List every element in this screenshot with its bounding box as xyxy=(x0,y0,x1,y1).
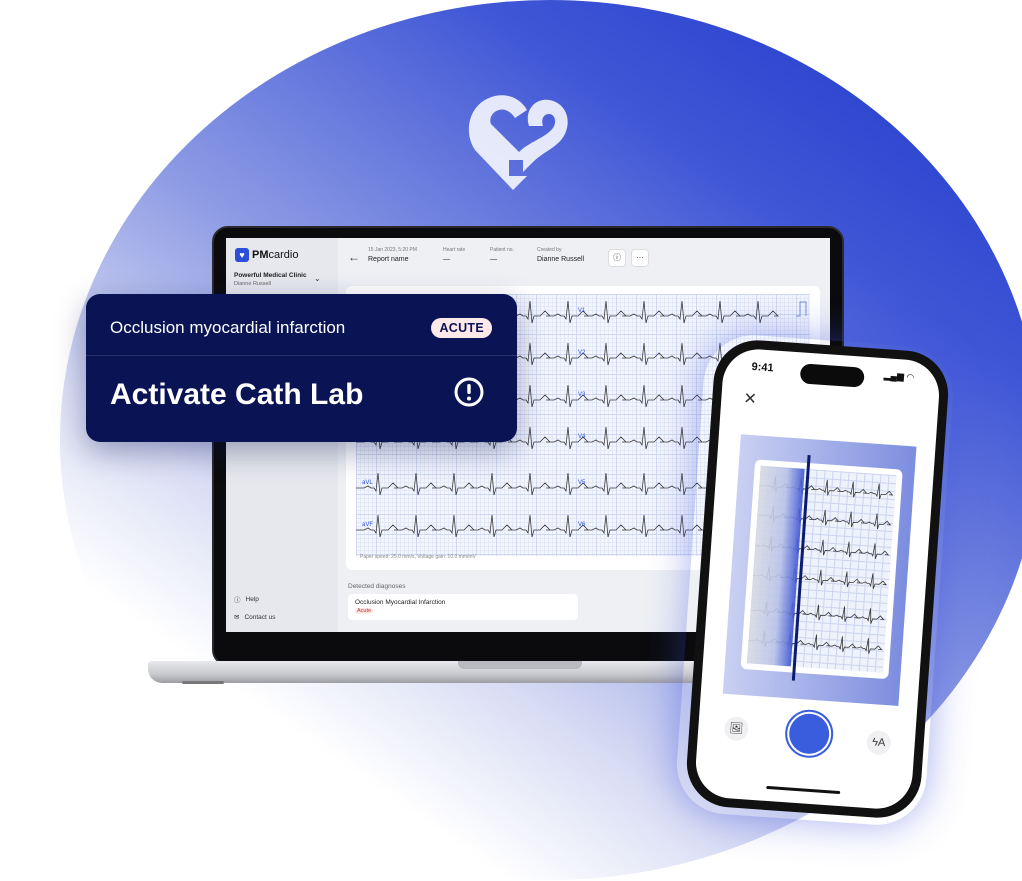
alert-subtitle: Occlusion myocardial infarction xyxy=(110,318,346,337)
signal-wifi-icon: ▂▄▆ ◠ xyxy=(883,370,915,383)
heart-rate-label: Heart rate xyxy=(443,247,466,253)
help-icon: ⓘ xyxy=(234,597,241,604)
cath-lab-alert[interactable]: Occlusion myocardial infarction ACUTE Ac… xyxy=(86,294,517,442)
shutter-inner xyxy=(787,712,831,756)
image-icon: 🖼 xyxy=(728,722,744,736)
app-name: PMcardio xyxy=(252,249,299,261)
scanned-ecg-paper xyxy=(740,455,903,681)
calibration-pulse xyxy=(796,301,807,317)
laptop-notch xyxy=(458,661,582,669)
laptop-base xyxy=(148,661,728,683)
heart-logo-icon: ♥ xyxy=(235,248,249,262)
scan-viewfinder xyxy=(722,434,917,706)
exclamation-circle-icon xyxy=(454,377,484,407)
patient-value: — xyxy=(490,256,497,263)
phone-frame: 9:41 ▂▄▆ ◠ ✕ 🖼 ϟA xyxy=(683,337,952,821)
lead-label: V2 xyxy=(578,350,586,356)
lead-label: V5 xyxy=(578,480,586,486)
gallery-button[interactable]: 🖼 xyxy=(723,715,750,742)
report-date-block: 15 Jan 2023, 5:20 PM Report name xyxy=(368,247,417,263)
lead-label: V4 xyxy=(578,434,586,440)
alert-header: Occlusion myocardial infarction ACUTE xyxy=(86,294,517,356)
sidebar-item-label: Contact us xyxy=(244,613,276,621)
created-by-label: Created by xyxy=(537,247,562,253)
capture-button[interactable] xyxy=(783,708,835,760)
alert-title: Activate Cath Lab xyxy=(110,378,364,411)
chevron-down-icon[interactable]: ⌄ xyxy=(314,274,321,283)
lead-label: V3 xyxy=(578,392,586,398)
mail-icon: ✉ xyxy=(234,614,240,621)
patient-label: Patient no. xyxy=(490,247,514,253)
flash-icon: ϟA xyxy=(871,736,886,750)
back-arrow-icon[interactable]: ← xyxy=(348,250,360,264)
lead-label: aVF xyxy=(362,522,373,528)
created-by-value: Dianne Russell xyxy=(537,256,585,263)
sidebar-item-contact[interactable]: ✉ Contact us xyxy=(234,613,276,622)
home-indicator xyxy=(765,785,840,795)
dynamic-island xyxy=(799,363,865,388)
diagnoses-title: Detected diagnoses xyxy=(348,583,406,590)
diagnosis-item[interactable]: Occlusion Myocardial Infarction Acute xyxy=(348,594,578,620)
report-date: 15 Jan 2023, 5:20 PM xyxy=(368,247,417,253)
report-title: Report name xyxy=(368,256,409,263)
lead-label: aVL xyxy=(362,480,373,486)
app-logo: ♥ PMcardio xyxy=(235,248,298,262)
clinic-user: Dianne Russell xyxy=(234,281,271,287)
sidebar-item-label: Help xyxy=(245,595,259,603)
diagnosis-name: Occlusion Myocardial Infarction xyxy=(355,599,446,606)
paper-speed-text: Paper speed: 25.0 mm/s, Voltage gain: 10… xyxy=(360,554,476,560)
heart-rate-block: Heart rate — xyxy=(443,247,465,263)
phone-screen: 9:41 ▂▄▆ ◠ ✕ 🖼 ϟA xyxy=(693,346,942,812)
acute-badge: ACUTE xyxy=(431,318,492,338)
close-icon[interactable]: ✕ xyxy=(743,388,758,409)
clinic-name[interactable]: Powerful Medical Clinic xyxy=(234,272,307,279)
pmcardio-heart-logo-icon xyxy=(468,95,568,190)
patient-block: Patient no. — xyxy=(490,247,514,263)
report-header: ← 15 Jan 2023, 5:20 PM Report name Heart… xyxy=(338,238,830,284)
more-button[interactable]: ··· xyxy=(631,249,649,267)
flash-auto-button[interactable]: ϟA xyxy=(865,729,892,756)
lead-label: V1 xyxy=(578,308,586,314)
diagnosis-badge: Acute xyxy=(355,608,374,614)
info-button[interactable]: ⓘ xyxy=(608,249,626,267)
sidebar-item-help[interactable]: ⓘ Help xyxy=(234,594,259,605)
heart-rate-value: — xyxy=(443,256,450,263)
lead-label: V6 xyxy=(578,522,586,528)
laptop-foot xyxy=(182,681,224,684)
created-by-block: Created by Dianne Russell xyxy=(537,247,584,263)
status-time: 9:41 xyxy=(751,360,775,375)
